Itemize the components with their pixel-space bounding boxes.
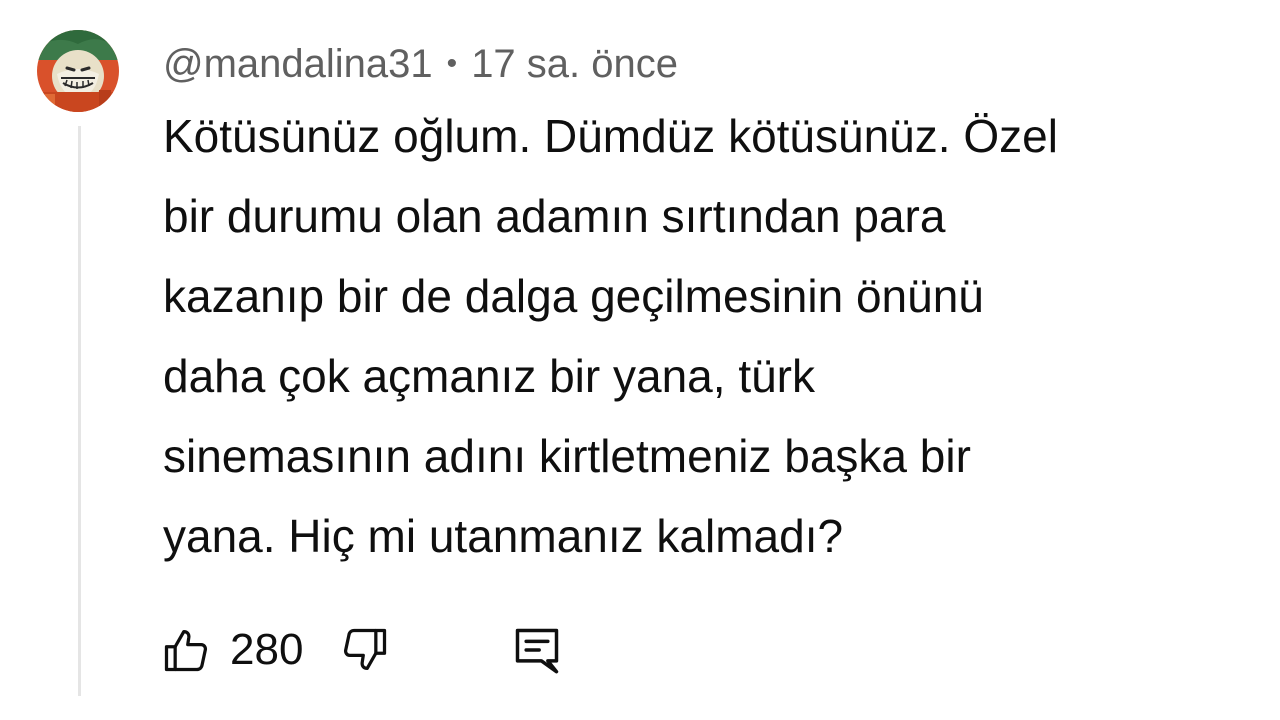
comment-actions: 280 [160,620,563,680]
dislike-button[interactable] [339,624,391,676]
comment-text: Kötüsünüz oğlum. Dümdüz kötüsünüz. Özel … [163,96,1263,576]
avatar[interactable] [37,30,119,112]
comment-text-line: daha çok açmanız bir yana, türk [163,350,815,402]
author-name[interactable]: @mandalina31 [163,42,433,87]
like-button[interactable] [160,624,212,676]
comment-text-line: Kötüsünüz oğlum. Dümdüz kötüsünüz. Özel [163,110,1058,162]
like-count: 280 [230,625,304,674]
comment-text-line: yana. Hiç mi utanmanız kalmadı? [163,510,844,562]
separator-dot: • [446,47,458,80]
comment-text-line: kazanıp bir de dalga geçilmesinin önünü [163,270,984,322]
comment-text-line: sinemasının adını kirtletmeniz başka bir [163,430,971,482]
thumbs-up-icon [160,624,212,676]
thread-line [78,126,81,696]
comment: @mandalina31 • 17 sa. önce Kötüsünüz oğl… [0,0,1280,720]
comment-header: @mandalina31 • 17 sa. önce [163,40,678,88]
comment-text-line: bir durumu olan adamın sırtından para [163,190,946,242]
reply-comment-icon [511,624,563,676]
comment-timestamp[interactable]: 17 sa. önce [471,42,678,87]
thumbs-down-icon [339,624,391,676]
reply-button[interactable] [511,624,563,676]
